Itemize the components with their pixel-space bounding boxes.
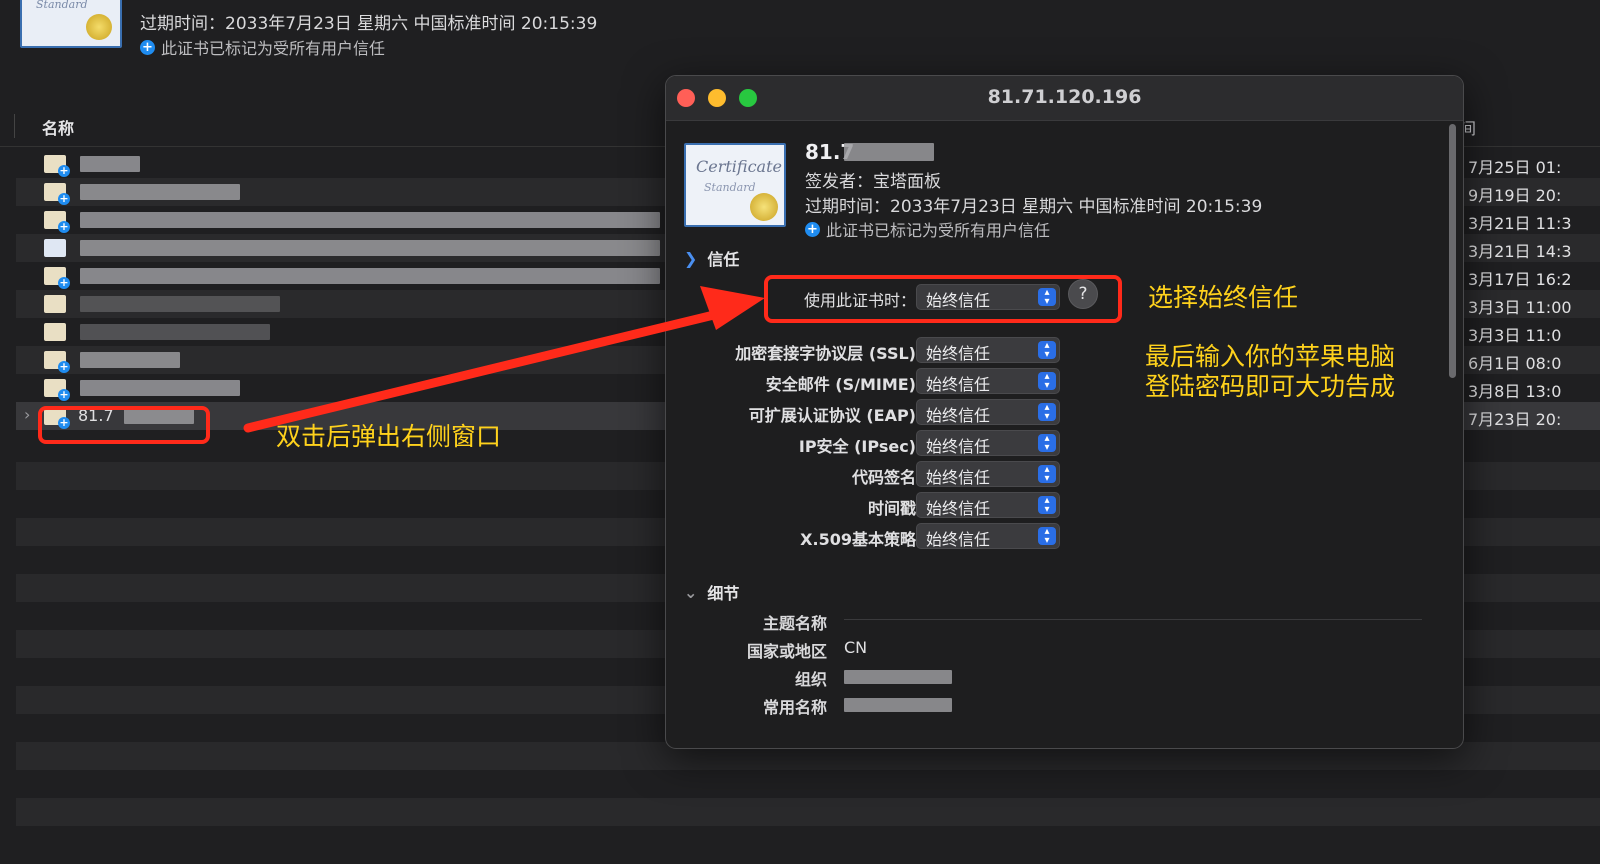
annotation-final-line2: 登陆密码即可大功告成 xyxy=(1145,372,1396,401)
annotation-arrow xyxy=(243,286,765,433)
annotation-choose-always: 选择始终信任 xyxy=(1148,283,1299,312)
